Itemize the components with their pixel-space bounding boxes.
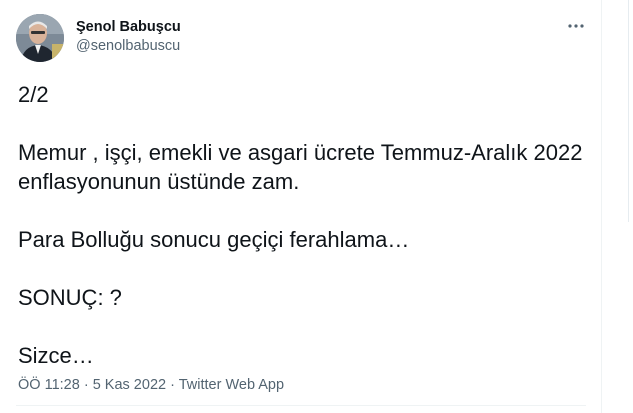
tweet-metadata: ÖÖ 11:28 · 5 Kas 2022 · Twitter Web App [18,376,284,394]
author-info: Şenol Babuşcu @senolbabuscu [76,18,181,56]
meta-separator-dot: · [83,377,89,393]
side-panel-border [628,0,629,222]
tweet-text: 2/2 Memur , işçi, emekli ve asgari ücret… [18,82,583,368]
tweet-header: Şenol Babuşcu @senolbabuscu [16,14,586,66]
tweet-source[interactable]: Twitter Web App [179,377,284,393]
author-display-name[interactable]: Şenol Babuşcu [76,18,181,36]
more-options-button[interactable] [566,16,586,36]
tweet-card: Şenol Babuşcu @senolbabuscu 2/2 Memur , … [0,0,601,413]
more-horizontal-icon [568,24,584,28]
author-avatar[interactable] [16,14,64,62]
meta-separator-dot: · [170,377,175,393]
author-handle[interactable]: @senolbabuscu [76,36,181,56]
avatar-photo-icon [16,14,64,62]
tweet-date[interactable]: 5 Kas 2022 [93,377,166,393]
tweet-divider [16,405,586,406]
tweet-time[interactable]: ÖÖ 11:28 [18,377,80,393]
